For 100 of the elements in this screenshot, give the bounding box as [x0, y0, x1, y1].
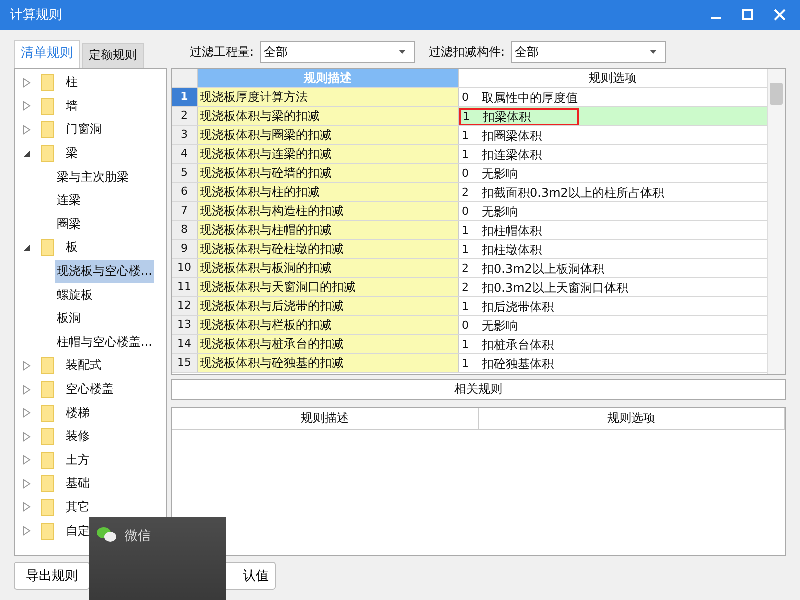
row-number[interactable]: 15	[172, 354, 198, 372]
table-cell: 现浇板体积与柱的扣减	[198, 183, 459, 201]
caret-icon	[399, 50, 406, 54]
tree-item[interactable]: 自定	[64, 520, 92, 543]
notification-popup[interactable]: 微信	[89, 517, 226, 600]
tree-item[interactable]: 现浇板与空心楼...	[55, 260, 154, 284]
folder-icon	[41, 98, 54, 115]
collapsed-arrow-icon[interactable]	[23, 101, 31, 112]
option-cell[interactable]: 1 扣连梁体积	[459, 145, 767, 163]
column-header: 规则选项	[588, 70, 638, 87]
table-cell: 现浇板体积与连梁的扣减	[198, 145, 459, 163]
table-cell: 现浇板体积与圈梁的扣减	[198, 126, 459, 144]
option-cell[interactable]: 0 无影响	[459, 316, 767, 334]
tree-item[interactable]: 装修	[64, 425, 92, 448]
folder-icon	[41, 452, 54, 469]
collapsed-arrow-icon[interactable]	[23, 526, 31, 536]
tree-item[interactable]: 墙	[64, 94, 80, 118]
folder-icon	[41, 145, 54, 162]
maximize-icon[interactable]	[742, 9, 754, 21]
option-cell[interactable]: 1 扣梁体积	[459, 107, 767, 125]
row-number[interactable]: 5	[172, 164, 198, 182]
option-cell[interactable]: 1 扣后浇带体积	[459, 297, 767, 315]
tree-item[interactable]: 柱帽与空心楼盖...	[55, 330, 154, 354]
filter-dropdown[interactable]: 全部	[260, 41, 416, 63]
option-cell[interactable]: 1 扣柱墩体积	[459, 240, 767, 258]
collapsed-arrow-icon[interactable]	[23, 360, 31, 371]
option-cell[interactable]: 1 扣砼独基体积	[459, 354, 767, 372]
collapsed-arrow-icon[interactable]	[23, 502, 31, 512]
row-number[interactable]: 10	[172, 259, 198, 277]
row-number[interactable]: 6	[172, 183, 198, 201]
filter-label: 过滤工程量:	[190, 44, 254, 60]
tree-item[interactable]: 梁与主次肋梁	[55, 166, 131, 189]
expanded-arrow-icon[interactable]	[23, 244, 31, 252]
row-number[interactable]: 2	[172, 107, 198, 125]
filter-dropdown[interactable]: 全部	[511, 41, 666, 63]
tree-item[interactable]: 螺旋板	[55, 284, 95, 307]
tree-item[interactable]: 板洞	[55, 307, 83, 330]
tree-item[interactable]: 土方	[64, 448, 92, 472]
option-cell[interactable]: 2 扣0.3m2以上板洞体积	[459, 259, 767, 277]
row-number[interactable]: 14	[172, 335, 198, 353]
close-icon[interactable]	[774, 9, 786, 21]
scrollbar[interactable]	[767, 69, 785, 374]
option-cell[interactable]: 1 扣柱帽体积	[459, 221, 767, 239]
table-cell: 现浇板体积与桩承台的扣减	[198, 335, 459, 353]
collapsed-arrow-icon[interactable]	[23, 78, 31, 88]
option-cell[interactable]: 2 扣0.3m2以上天窗洞口体积	[459, 278, 767, 296]
tab[interactable]: 定额规则	[82, 43, 144, 68]
row-number[interactable]: 13	[172, 316, 198, 334]
column-header: 规则描述	[172, 408, 478, 429]
row-number[interactable]: 3	[172, 126, 198, 144]
tree-item[interactable]: 其它	[64, 496, 92, 519]
column-header: 规则描述	[198, 69, 459, 87]
tree-item[interactable]: 板	[64, 236, 80, 260]
option-cell[interactable]: 0 无影响	[459, 202, 767, 220]
table-cell: 现浇板体积与天窗洞口的扣减	[198, 278, 459, 296]
option-cell[interactable]: 0 取属性中的厚度值	[459, 88, 767, 106]
tree-item[interactable]: 圈梁	[55, 212, 83, 236]
option-cell[interactable]: 2 扣截面积0.3m2以上的柱所占体积	[459, 183, 767, 201]
collapsed-arrow-icon[interactable]	[23, 124, 31, 135]
folder-icon	[41, 498, 54, 516]
collapsed-arrow-icon[interactable]	[23, 408, 31, 418]
tree-item[interactable]: 柱	[64, 71, 80, 94]
tab[interactable]: 清单规则	[14, 40, 80, 68]
export-button[interactable]: 导出规则	[14, 562, 90, 590]
collapsed-arrow-icon[interactable]	[23, 432, 31, 442]
table-cell: 现浇板体积与砼墙的扣减	[198, 164, 459, 182]
option-cell[interactable]: 1 扣圈梁体积	[459, 126, 767, 144]
row-number[interactable]: 8	[172, 221, 198, 239]
row-number[interactable]: 7	[172, 202, 198, 220]
tree-item[interactable]: 楼梯	[64, 402, 92, 425]
row-number[interactable]: 11	[172, 278, 198, 296]
expanded-arrow-icon[interactable]	[23, 150, 31, 158]
tree-item[interactable]: 空心楼盖	[64, 378, 116, 402]
chat-icon	[97, 527, 117, 543]
tree-item[interactable]: 装配式	[64, 354, 104, 378]
tree-item[interactable]: 门窗洞	[64, 118, 104, 142]
row-number[interactable]: 4	[172, 145, 198, 163]
row-number[interactable]: 9	[172, 240, 198, 258]
table-cell: 现浇板体积与砼柱墩的扣减	[198, 240, 459, 258]
table-cell: 现浇板体积与后浇带的扣减	[198, 297, 459, 315]
column-header: 规则选项	[478, 408, 785, 429]
option-cell[interactable]: 0 无影响	[459, 164, 767, 182]
row-number[interactable]: 1	[172, 88, 198, 106]
table-cell: 现浇板体积与板洞的扣减	[198, 259, 459, 277]
collapsed-arrow-icon[interactable]	[23, 384, 31, 395]
folder-icon	[41, 522, 54, 540]
table-cell: 现浇板体积与砼独基的扣减	[198, 354, 459, 372]
tree-item[interactable]: 连梁	[55, 189, 83, 212]
table-cell: 现浇板体积与栏板的扣减	[198, 316, 459, 334]
tree-item[interactable]: 梁	[64, 142, 80, 166]
caret-icon	[650, 50, 658, 54]
folder-icon	[41, 239, 54, 256]
row-number[interactable]: 12	[172, 297, 198, 315]
option-cell[interactable]: 1 扣桩承台体积	[459, 335, 767, 353]
tree-item[interactable]: 基础	[64, 472, 92, 496]
folder-icon	[41, 74, 54, 92]
app-name: 微信	[125, 528, 151, 545]
collapsed-arrow-icon[interactable]	[23, 478, 31, 489]
collapsed-arrow-icon[interactable]	[23, 455, 31, 466]
window-title: 计算规则	[10, 7, 62, 24]
